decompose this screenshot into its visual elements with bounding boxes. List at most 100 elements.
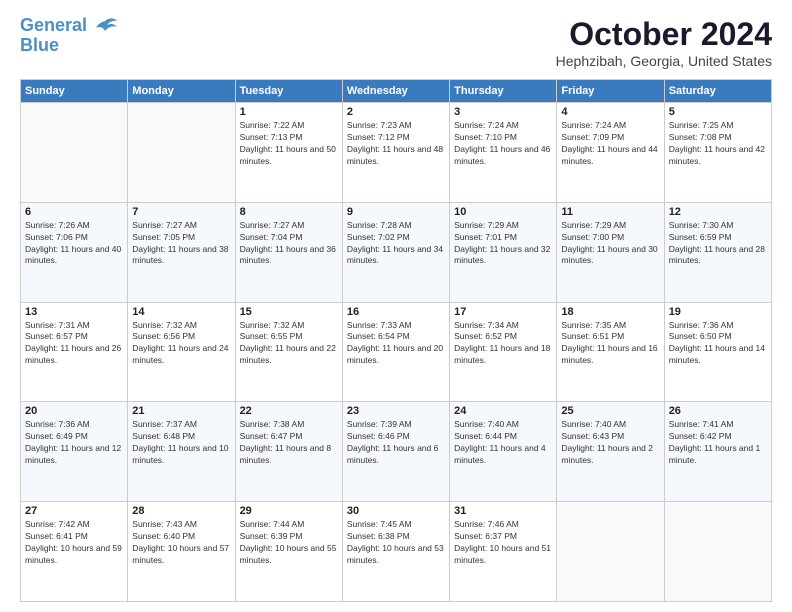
day-number: 26	[669, 405, 767, 417]
day-number: 3	[454, 106, 552, 118]
location: Hephzibah, Georgia, United States	[556, 53, 772, 69]
calendar-header-row: SundayMondayTuesdayWednesdayThursdayFrid…	[21, 80, 772, 103]
day-header-saturday: Saturday	[664, 80, 771, 103]
day-number: 20	[25, 405, 123, 417]
day-number: 4	[561, 106, 659, 118]
day-number: 28	[132, 505, 230, 517]
day-info: Sunrise: 7:36 AMSunset: 6:50 PMDaylight:…	[669, 320, 767, 368]
calendar-cell: 30 Sunrise: 7:45 AMSunset: 6:38 PMDayligh…	[342, 502, 449, 602]
day-number: 13	[25, 306, 123, 318]
header: General Blue October 2024 Hephzibah, Geo…	[20, 16, 772, 69]
day-header-monday: Monday	[128, 80, 235, 103]
day-info: Sunrise: 7:28 AMSunset: 7:02 PMDaylight:…	[347, 220, 445, 268]
calendar-cell: 14 Sunrise: 7:32 AMSunset: 6:56 PMDayligh…	[128, 302, 235, 402]
day-info: Sunrise: 7:41 AMSunset: 6:42 PMDaylight:…	[669, 419, 767, 467]
day-number: 24	[454, 405, 552, 417]
calendar-cell: 18Sunrise: 7:35 AMSunset: 6:51 PMDayligh…	[557, 302, 664, 402]
calendar-cell: 23 Sunrise: 7:39 AMSunset: 6:46 PMDayligh…	[342, 402, 449, 502]
day-number: 6	[25, 206, 123, 218]
day-info: Sunrise: 7:34 AMSunset: 6:52 PMDaylight:…	[454, 320, 552, 368]
day-info: Sunrise: 7:27 AMSunset: 7:05 PMDaylight:…	[132, 220, 230, 268]
day-info: Sunrise: 7:33 AMSunset: 6:54 PMDaylight:…	[347, 320, 445, 368]
calendar-week-1: 1 Sunrise: 7:22 AMSunset: 7:13 PMDaylight…	[21, 103, 772, 203]
page: General Blue October 2024 Hephzibah, Geo…	[0, 0, 792, 612]
day-number: 22	[240, 405, 338, 417]
calendar-cell: 19 Sunrise: 7:36 AMSunset: 6:50 PMDayligh…	[664, 302, 771, 402]
calendar-cell	[557, 502, 664, 602]
logo: General Blue	[20, 16, 119, 56]
day-info: Sunrise: 7:23 AMSunset: 7:12 PMDaylight:…	[347, 120, 445, 168]
day-number: 17	[454, 306, 552, 318]
calendar-cell: 22 Sunrise: 7:38 AMSunset: 6:47 PMDayligh…	[235, 402, 342, 502]
day-info: Sunrise: 7:46 AMSunset: 6:37 PMDaylight:…	[454, 519, 552, 567]
calendar-cell: 11Sunrise: 7:29 AMSunset: 7:00 PMDayligh…	[557, 202, 664, 302]
calendar-cell: 25 Sunrise: 7:40 AMSunset: 6:43 PMDayligh…	[557, 402, 664, 502]
day-number: 8	[240, 206, 338, 218]
day-number: 21	[132, 405, 230, 417]
day-info: Sunrise: 7:22 AMSunset: 7:13 PMDaylight:…	[240, 120, 338, 168]
day-number: 12	[669, 206, 767, 218]
calendar-cell: 29Sunrise: 7:44 AMSunset: 6:39 PMDayligh…	[235, 502, 342, 602]
day-number: 31	[454, 505, 552, 517]
day-info: Sunrise: 7:32 AMSunset: 6:56 PMDaylight:…	[132, 320, 230, 368]
day-number: 11	[561, 206, 659, 218]
day-info: Sunrise: 7:32 AMSunset: 6:55 PMDaylight:…	[240, 320, 338, 368]
calendar-cell	[128, 103, 235, 203]
calendar-cell: 21 Sunrise: 7:37 AMSunset: 6:48 PMDayligh…	[128, 402, 235, 502]
calendar-cell: 17 Sunrise: 7:34 AMSunset: 6:52 PMDayligh…	[450, 302, 557, 402]
title-section: October 2024 Hephzibah, Georgia, United …	[556, 16, 772, 69]
day-number: 7	[132, 206, 230, 218]
day-number: 2	[347, 106, 445, 118]
calendar: SundayMondayTuesdayWednesdayThursdayFrid…	[20, 79, 772, 602]
calendar-week-5: 27Sunrise: 7:42 AMSunset: 6:41 PMDayligh…	[21, 502, 772, 602]
calendar-week-4: 20Sunrise: 7:36 AMSunset: 6:49 PMDayligh…	[21, 402, 772, 502]
day-info: Sunrise: 7:45 AMSunset: 6:38 PMDaylight:…	[347, 519, 445, 567]
calendar-cell: 28Sunrise: 7:43 AMSunset: 6:40 PMDayligh…	[128, 502, 235, 602]
day-info: Sunrise: 7:38 AMSunset: 6:47 PMDaylight:…	[240, 419, 338, 467]
calendar-cell: 13 Sunrise: 7:31 AMSunset: 6:57 PMDayligh…	[21, 302, 128, 402]
day-number: 30	[347, 505, 445, 517]
day-info: Sunrise: 7:31 AMSunset: 6:57 PMDaylight:…	[25, 320, 123, 368]
day-info: Sunrise: 7:40 AMSunset: 6:43 PMDaylight:…	[561, 419, 659, 467]
day-info: Sunrise: 7:37 AMSunset: 6:48 PMDaylight:…	[132, 419, 230, 467]
day-number: 15	[240, 306, 338, 318]
day-number: 25	[561, 405, 659, 417]
day-info: Sunrise: 7:24 AMSunset: 7:10 PMDaylight:…	[454, 120, 552, 168]
bird-icon	[91, 13, 119, 41]
calendar-cell: 3 Sunrise: 7:24 AMSunset: 7:10 PMDaylight…	[450, 103, 557, 203]
day-info: Sunrise: 7:30 AMSunset: 6:59 PMDaylight:…	[669, 220, 767, 268]
calendar-cell: 5Sunrise: 7:25 AMSunset: 7:08 PMDaylight…	[664, 103, 771, 203]
day-number: 16	[347, 306, 445, 318]
calendar-cell: 20Sunrise: 7:36 AMSunset: 6:49 PMDayligh…	[21, 402, 128, 502]
day-header-thursday: Thursday	[450, 80, 557, 103]
day-info: Sunrise: 7:26 AMSunset: 7:06 PMDaylight:…	[25, 220, 123, 268]
day-number: 27	[25, 505, 123, 517]
day-number: 10	[454, 206, 552, 218]
calendar-cell: 31 Sunrise: 7:46 AMSunset: 6:37 PMDayligh…	[450, 502, 557, 602]
day-info: Sunrise: 7:27 AMSunset: 7:04 PMDaylight:…	[240, 220, 338, 268]
calendar-cell: 9 Sunrise: 7:28 AMSunset: 7:02 PMDaylight…	[342, 202, 449, 302]
calendar-cell: 16 Sunrise: 7:33 AMSunset: 6:54 PMDayligh…	[342, 302, 449, 402]
day-info: Sunrise: 7:39 AMSunset: 6:46 PMDaylight:…	[347, 419, 445, 467]
calendar-cell: 12 Sunrise: 7:30 AMSunset: 6:59 PMDayligh…	[664, 202, 771, 302]
calendar-cell	[664, 502, 771, 602]
day-number: 19	[669, 306, 767, 318]
calendar-cell: 8 Sunrise: 7:27 AMSunset: 7:04 PMDaylight…	[235, 202, 342, 302]
month-title: October 2024	[556, 16, 772, 53]
calendar-cell: 27Sunrise: 7:42 AMSunset: 6:41 PMDayligh…	[21, 502, 128, 602]
day-number: 5	[669, 106, 767, 118]
day-number: 23	[347, 405, 445, 417]
day-number: 14	[132, 306, 230, 318]
day-number: 9	[347, 206, 445, 218]
calendar-cell: 4 Sunrise: 7:24 AMSunset: 7:09 PMDaylight…	[557, 103, 664, 203]
day-info: Sunrise: 7:40 AMSunset: 6:44 PMDaylight:…	[454, 419, 552, 467]
logo-text: General Blue	[20, 16, 87, 56]
day-info: Sunrise: 7:24 AMSunset: 7:09 PMDaylight:…	[561, 120, 659, 168]
day-number: 18	[561, 306, 659, 318]
day-number: 1	[240, 106, 338, 118]
calendar-cell	[21, 103, 128, 203]
day-header-friday: Friday	[557, 80, 664, 103]
day-header-sunday: Sunday	[21, 80, 128, 103]
calendar-cell: 26 Sunrise: 7:41 AMSunset: 6:42 PMDayligh…	[664, 402, 771, 502]
day-info: Sunrise: 7:44 AMSunset: 6:39 PMDaylight:…	[240, 519, 338, 567]
